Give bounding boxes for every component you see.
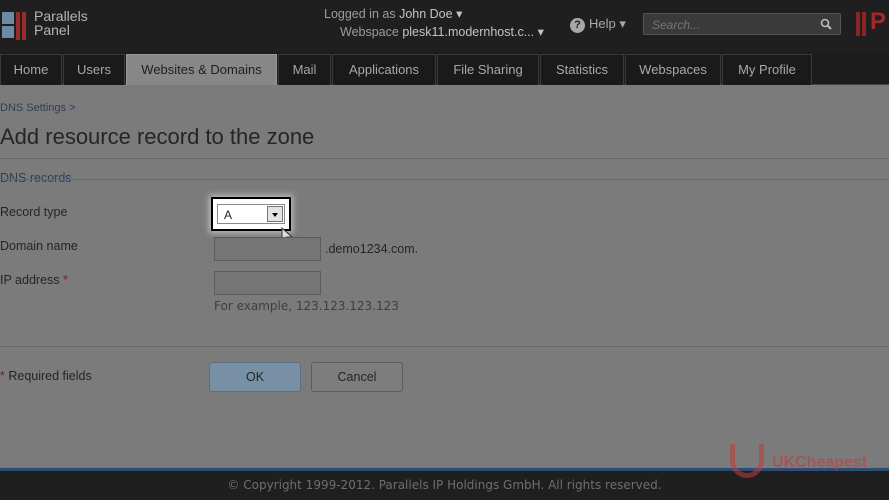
webspace-label: Webspace [340, 25, 399, 39]
webspace-selector[interactable]: plesk11.modernhost.c... ▾ [402, 25, 544, 39]
chevron-down-icon: ▾ [537, 25, 544, 39]
required-marker: * [63, 273, 68, 287]
tab-websites-domains[interactable]: Websites & Domains [126, 54, 277, 85]
section-title-dns-records: DNS records [0, 171, 72, 185]
domain-name-label: Domain name [0, 239, 78, 253]
webspace-value: plesk11.modernhost.c... [402, 25, 535, 39]
parallels-logo-icon [2, 12, 28, 40]
top-header: Parallels Panel Logged in as John Doe ▾ … [0, 0, 889, 52]
record-type-value: A [224, 208, 233, 222]
watermark-logo: UKCheapest [728, 444, 878, 480]
ok-button[interactable]: OK [209, 362, 301, 392]
required-marker: * [0, 369, 5, 383]
tab-applications[interactable]: Applications [332, 54, 436, 85]
help-menu[interactable]: ? Help ▾ [570, 16, 626, 33]
tab-my-profile[interactable]: My Profile [722, 54, 812, 85]
domain-name-input[interactable] [214, 237, 321, 261]
tab-mail[interactable]: Mail [278, 54, 331, 85]
help-label: Help [589, 16, 616, 31]
ip-address-label: IP address * [0, 273, 68, 287]
record-type-highlight: A [211, 197, 291, 231]
user-info: Logged in as John Doe ▾ Webspace plesk11… [300, 6, 560, 42]
domain-suffix: .demo1234.com. [325, 242, 419, 256]
user-name: John Doe [399, 7, 453, 21]
parallels-panel-logo[interactable]: Parallels Panel [0, 6, 110, 42]
search-box [643, 13, 841, 35]
ip-address-input[interactable] [214, 271, 321, 295]
logged-in-label: Logged in as [324, 7, 396, 21]
logo-line2: Panel [34, 22, 70, 38]
tab-webspaces[interactable]: Webspaces [625, 54, 721, 85]
chevron-down-icon: ▾ [456, 7, 463, 21]
main-nav: Home Users Websites & Domains Mail Appli… [0, 52, 889, 85]
chevron-down-icon: ▾ [619, 16, 626, 31]
watermark-u-icon [730, 444, 764, 478]
record-type-label: Record type [0, 205, 68, 219]
ip-address-label-text: IP address [0, 273, 60, 287]
tab-users[interactable]: Users [63, 54, 125, 85]
tab-statistics[interactable]: Statistics [540, 54, 624, 85]
divider [0, 346, 889, 347]
required-fields-note: * Required fields [0, 369, 92, 383]
chevron-down-icon[interactable] [267, 206, 283, 222]
help-icon: ? [570, 18, 585, 33]
cancel-button[interactable]: Cancel [311, 362, 403, 392]
parallels-brand-icon: P [856, 8, 889, 38]
record-type-select[interactable]: A [217, 204, 285, 224]
tab-home[interactable]: Home [0, 54, 62, 85]
search-icon[interactable] [820, 18, 832, 30]
main-content: DNS Settings > Add resource record to th… [0, 86, 889, 468]
tab-file-sharing[interactable]: File Sharing [437, 54, 539, 85]
breadcrumb[interactable]: DNS Settings > [0, 102, 76, 114]
divider [0, 179, 889, 180]
search-input[interactable] [644, 15, 814, 35]
user-menu[interactable]: John Doe ▾ [399, 7, 462, 21]
watermark-text: UKCheapest [772, 454, 868, 471]
ip-address-hint: For example, 123.123.123.123 [214, 299, 399, 313]
page-title: Add resource record to the zone [0, 124, 315, 149]
required-fields-label: Required fields [8, 369, 92, 383]
divider [0, 158, 889, 159]
